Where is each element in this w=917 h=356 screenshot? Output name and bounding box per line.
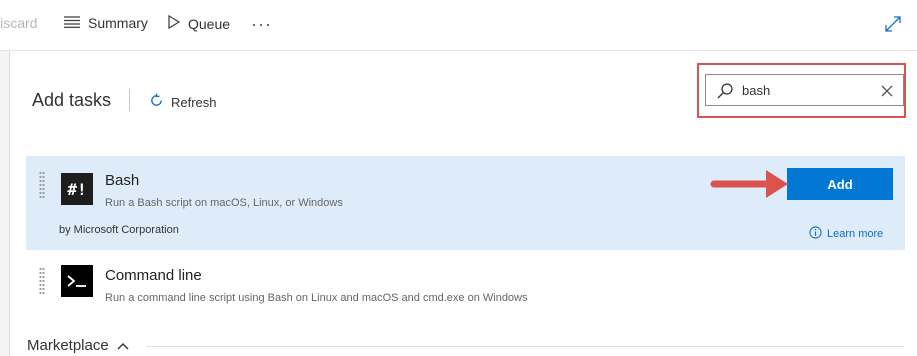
search-input[interactable] (742, 80, 872, 100)
learn-more-label: Learn more (827, 228, 884, 240)
task-author: by Microsoft Corporation (59, 224, 179, 236)
task-description: Run a command line script using Bash on … (105, 292, 528, 304)
refresh-label: Refresh (171, 94, 217, 110)
more-label: ··· (251, 14, 272, 34)
summary-button[interactable]: Summary (64, 15, 148, 31)
task-item-command-line[interactable]: Command line Run a command line script u… (26, 256, 905, 318)
play-icon (168, 14, 181, 32)
bash-icon: #! (61, 173, 93, 205)
callout-arrow-icon (710, 170, 788, 198)
marketplace-toggle[interactable]: Marketplace (27, 337, 129, 354)
terminal-icon (61, 265, 93, 297)
queue-label: Queue (188, 15, 231, 32)
search-box[interactable] (705, 74, 904, 106)
refresh-button[interactable]: Refresh (149, 93, 217, 111)
left-pane-edge (0, 51, 10, 356)
expand-icon[interactable] (885, 16, 901, 37)
task-name: Bash (105, 172, 140, 189)
close-icon[interactable] (881, 84, 893, 102)
marketplace-divider (146, 346, 904, 347)
toolbar: Discard Summary Queue ··· (0, 0, 917, 50)
summary-label: Summary (88, 15, 148, 31)
toolbar-divider (0, 50, 917, 51)
queue-button[interactable]: Queue (168, 14, 231, 32)
task-description: Run a Bash script on macOS, Linux, or Wi… (105, 197, 343, 209)
chevron-up-icon (117, 337, 129, 354)
task-name: Command line (105, 267, 202, 284)
drag-handle-icon[interactable] (39, 268, 45, 296)
more-options-button[interactable]: ··· (251, 14, 272, 35)
header-separator (129, 89, 130, 111)
refresh-icon (149, 93, 164, 111)
panel-title: Add tasks (32, 90, 112, 110)
drag-handle-icon[interactable] (39, 172, 45, 200)
discard-button[interactable]: Discard (0, 15, 37, 31)
search-icon (717, 83, 733, 104)
add-button[interactable]: Add (787, 168, 893, 200)
learn-more-link[interactable]: Learn more (809, 226, 883, 242)
list-icon (64, 15, 80, 31)
marketplace-label: Marketplace (27, 337, 109, 354)
info-icon (809, 226, 822, 242)
discard-label: Discard (0, 15, 38, 31)
